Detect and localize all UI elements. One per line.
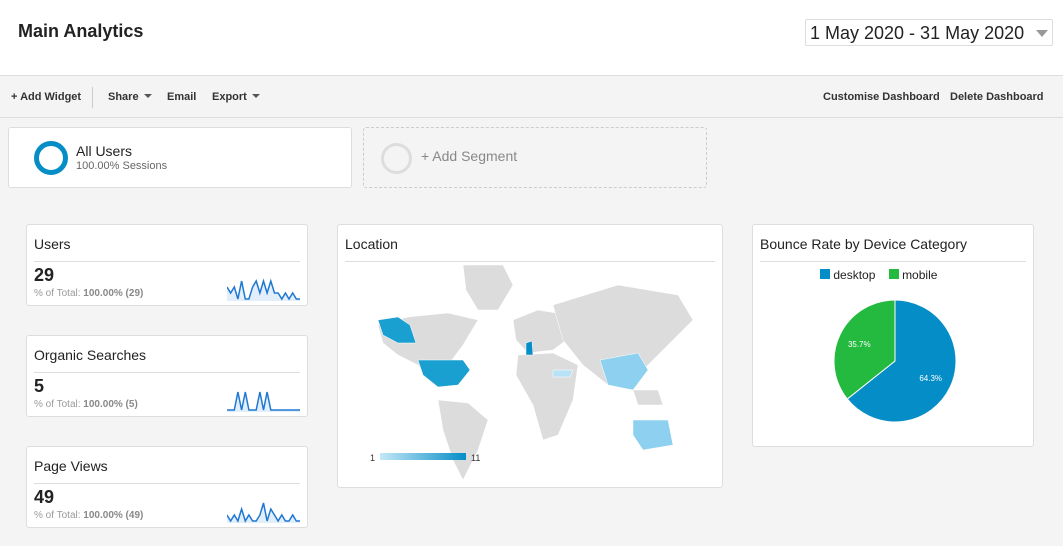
export-label: Export <box>212 91 247 103</box>
widget-title: Organic Searches <box>34 347 147 363</box>
export-button[interactable]: Export <box>212 91 260 103</box>
metric-percent: % of Total: 100.00% (49) <box>34 510 144 521</box>
toolbar: + Add Widget Share Email Export Customis… <box>0 77 1063 118</box>
divider <box>92 87 93 108</box>
empty-circle-icon <box>381 143 412 174</box>
metric-value: 29 <box>34 265 55 285</box>
customise-dashboard-button[interactable]: Customise Dashboard <box>823 91 940 103</box>
share-button[interactable]: Share <box>108 91 152 103</box>
legend-max: 11 <box>471 453 480 463</box>
metric-value: 5 <box>34 376 45 396</box>
metric-percent: % of Total: 100.00% (29) <box>34 288 144 299</box>
pie-label-mobile: 35.7% <box>848 340 871 349</box>
pie-label-desktop: 64.3% <box>919 374 942 383</box>
legend-min: 1 <box>370 453 375 463</box>
email-button[interactable]: Email <box>167 91 196 103</box>
segment-all-users[interactable]: All Users 100.00% Sessions <box>8 127 352 188</box>
sparkline <box>227 278 300 301</box>
pie-chart: 64.3% 35.7% <box>833 299 957 423</box>
users-widget: Users 29 % of Total: 100.00% (29) <box>26 224 308 306</box>
metric-value: 49 <box>34 487 55 507</box>
share-label: Share <box>108 91 139 103</box>
location-widget: Location 1 11 <box>337 224 723 488</box>
world-map[interactable]: 1 11 <box>338 225 724 489</box>
delete-dashboard-button[interactable]: Delete Dashboard <box>950 91 1044 103</box>
bounce-rate-widget: Bounce Rate by Device Category desktop m… <box>752 224 1034 447</box>
sparkline <box>227 391 300 412</box>
add-segment-button[interactable]: + Add Segment <box>363 127 707 188</box>
page-title: Main Analytics <box>18 21 144 41</box>
metric-percent: % of Total: 100.00% (5) <box>34 399 138 410</box>
date-range-text: 1 May 2020 - 31 May 2020 <box>810 23 1025 43</box>
add-widget-button[interactable]: + Add Widget <box>11 91 81 103</box>
widget-title: Users <box>34 236 71 252</box>
widget-title: Page Views <box>34 458 108 474</box>
page-views-widget: Page Views 49 % of Total: 100.00% (49) <box>26 446 308 528</box>
add-segment-label: + Add Segment <box>421 148 518 164</box>
sparkline <box>227 502 300 523</box>
segment-sessions: 100.00% Sessions <box>76 160 168 172</box>
segment-name: All Users <box>76 143 133 159</box>
organic-searches-widget: Organic Searches 5 % of Total: 100.00% (… <box>26 335 308 417</box>
segment-circle-icon <box>34 141 68 175</box>
date-range-picker[interactable]: 1 May 2020 - 31 May 2020 <box>805 19 1053 46</box>
map-legend-gradient <box>380 453 466 460</box>
header: Main Analytics 1 May 2020 - 31 May 2020 <box>0 0 1063 76</box>
chevron-down-icon <box>1036 30 1048 37</box>
